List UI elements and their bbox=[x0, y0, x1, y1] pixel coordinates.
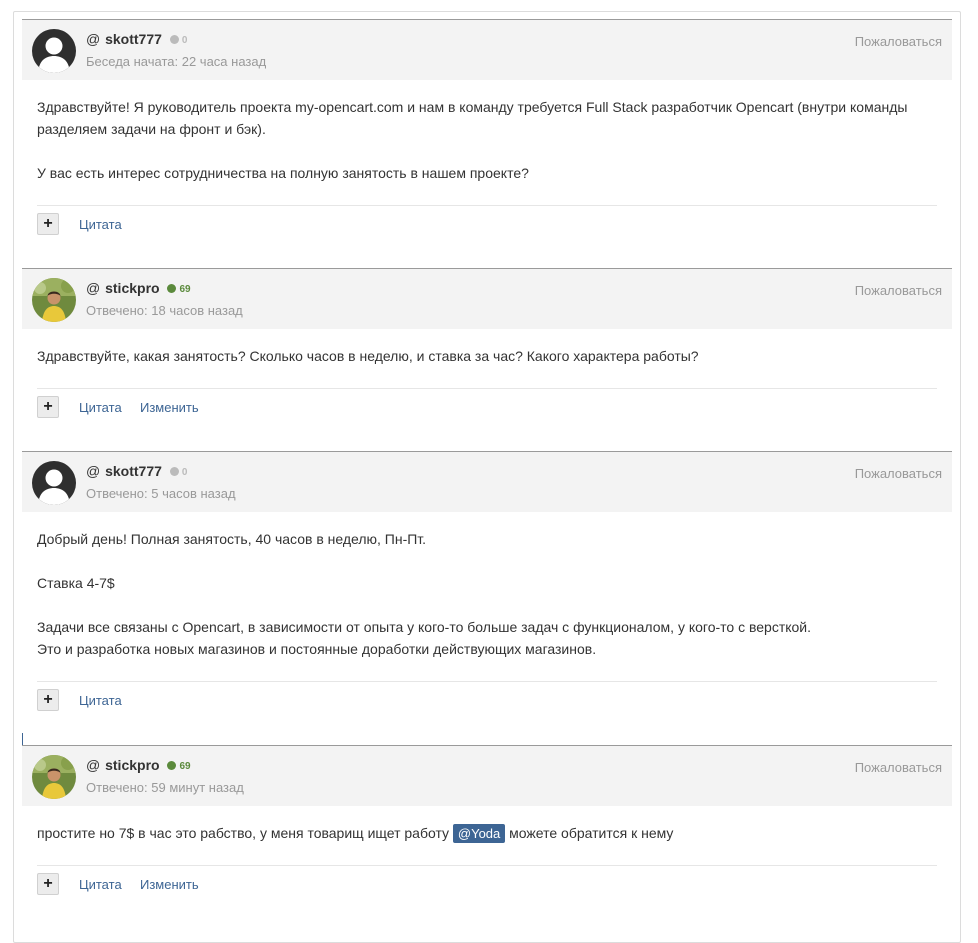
edit-link[interactable]: Изменить bbox=[140, 877, 199, 892]
author-name[interactable]: @ skott777 0 bbox=[86, 463, 187, 479]
post-timestamp: Отвечено: 59 минут назад bbox=[86, 780, 244, 795]
multiquote-plus-button[interactable]: + bbox=[37, 396, 59, 418]
post-1: @ skott777 0 Беседа начата: 22 часа наза… bbox=[22, 19, 952, 248]
post-text-line: разделяем задачи на фронт и бэк). bbox=[37, 121, 266, 137]
reputation-badge: 0 bbox=[169, 467, 187, 478]
reputation-badge: 69 bbox=[167, 761, 191, 772]
report-link[interactable]: Пожаловаться bbox=[855, 466, 942, 481]
post-header: @ skott777 0 Беседа начата: 22 часа наза… bbox=[22, 19, 952, 80]
report-link[interactable]: Пожаловаться bbox=[855, 283, 942, 298]
post-timestamp: Отвечено: 18 часов назад bbox=[86, 303, 243, 318]
post-content: Здравствуйте, какая занятость? Сколько ч… bbox=[22, 329, 952, 388]
post-2: @ stickpro 69 Отвечено: 18 часов назад П… bbox=[22, 268, 952, 431]
multiquote-plus-button[interactable]: + bbox=[37, 689, 59, 711]
positive-reputation-icon bbox=[167, 761, 177, 770]
post-text-line: У вас есть интерес сотрудничества на пол… bbox=[37, 165, 529, 181]
author-link[interactable]: skott777 bbox=[105, 463, 162, 479]
post-text-line: Это и разработка новых магазинов и посто… bbox=[37, 641, 597, 657]
post-text-line: Ставка 4-7$ bbox=[37, 575, 115, 591]
default-avatar-icon[interactable] bbox=[32, 461, 76, 505]
post-content: простите но 7$ в час это рабство, у меня… bbox=[22, 806, 952, 865]
author-name[interactable]: @ skott777 0 bbox=[86, 31, 187, 47]
selection-marker bbox=[22, 733, 23, 745]
default-avatar-icon[interactable] bbox=[32, 29, 76, 73]
post-header: @ stickpro 69 Отвечено: 18 часов назад П… bbox=[22, 268, 952, 329]
post-text-line: Здравствуйте! Я руководитель проекта my-… bbox=[37, 99, 908, 115]
post-4: @ stickpro 69 Отвечено: 59 минут назад П… bbox=[22, 745, 952, 908]
quote-link[interactable]: Цитата bbox=[79, 877, 122, 892]
post-content: Добрый день! Полная занятость, 40 часов … bbox=[22, 512, 952, 681]
report-link[interactable]: Пожаловаться bbox=[855, 34, 942, 49]
post-text-line: Здравствуйте, какая занятость? Сколько ч… bbox=[37, 348, 699, 364]
post-controls: + Цитата bbox=[37, 205, 937, 248]
quote-link[interactable]: Цитата bbox=[79, 693, 122, 708]
post-controls: + Цитата bbox=[37, 681, 937, 724]
post-header: @ skott777 0 Отвечено: 5 часов назад Пож… bbox=[22, 451, 952, 512]
neutral-reputation-icon bbox=[169, 467, 179, 476]
post-text-line: Задачи все связаны с Opencart, в зависим… bbox=[37, 619, 812, 635]
post-controls: + Цитата Изменить bbox=[37, 388, 937, 431]
post-text-line: простите но 7$ в час это рабство, у меня… bbox=[37, 824, 674, 843]
user-photo-avatar[interactable] bbox=[32, 278, 76, 322]
author-link[interactable]: stickpro bbox=[105, 757, 159, 773]
user-mention-link[interactable]: @Yoda bbox=[452, 824, 506, 843]
post-timestamp: Отвечено: 5 часов назад bbox=[86, 486, 236, 501]
post-timestamp: Беседа начата: 22 часа назад bbox=[86, 54, 267, 69]
post-content: Здравствуйте! Я руководитель проекта my-… bbox=[22, 80, 952, 205]
multiquote-plus-button[interactable]: + bbox=[37, 873, 59, 895]
positive-reputation-icon bbox=[167, 284, 177, 293]
post-text-line: Добрый день! Полная занятость, 40 часов … bbox=[37, 531, 427, 547]
post-3: @ skott777 0 Отвечено: 5 часов назад Пож… bbox=[22, 451, 952, 724]
multiquote-plus-button[interactable]: + bbox=[37, 213, 59, 235]
quote-link[interactable]: Цитата bbox=[79, 400, 122, 415]
post-controls: + Цитата Изменить bbox=[37, 865, 937, 908]
reputation-badge: 69 bbox=[167, 284, 191, 295]
report-link[interactable]: Пожаловаться bbox=[855, 760, 942, 775]
author-link[interactable]: stickpro bbox=[105, 280, 159, 296]
author-link[interactable]: skott777 bbox=[105, 31, 162, 47]
post-header: @ stickpro 69 Отвечено: 59 минут назад П… bbox=[22, 745, 952, 806]
quote-link[interactable]: Цитата bbox=[79, 217, 122, 232]
reputation-badge: 0 bbox=[169, 35, 187, 46]
edit-link[interactable]: Изменить bbox=[140, 400, 199, 415]
user-photo-avatar[interactable] bbox=[32, 755, 76, 799]
neutral-reputation-icon bbox=[169, 35, 179, 44]
author-name[interactable]: @ stickpro 69 bbox=[86, 757, 191, 773]
author-name[interactable]: @ stickpro 69 bbox=[86, 280, 191, 296]
